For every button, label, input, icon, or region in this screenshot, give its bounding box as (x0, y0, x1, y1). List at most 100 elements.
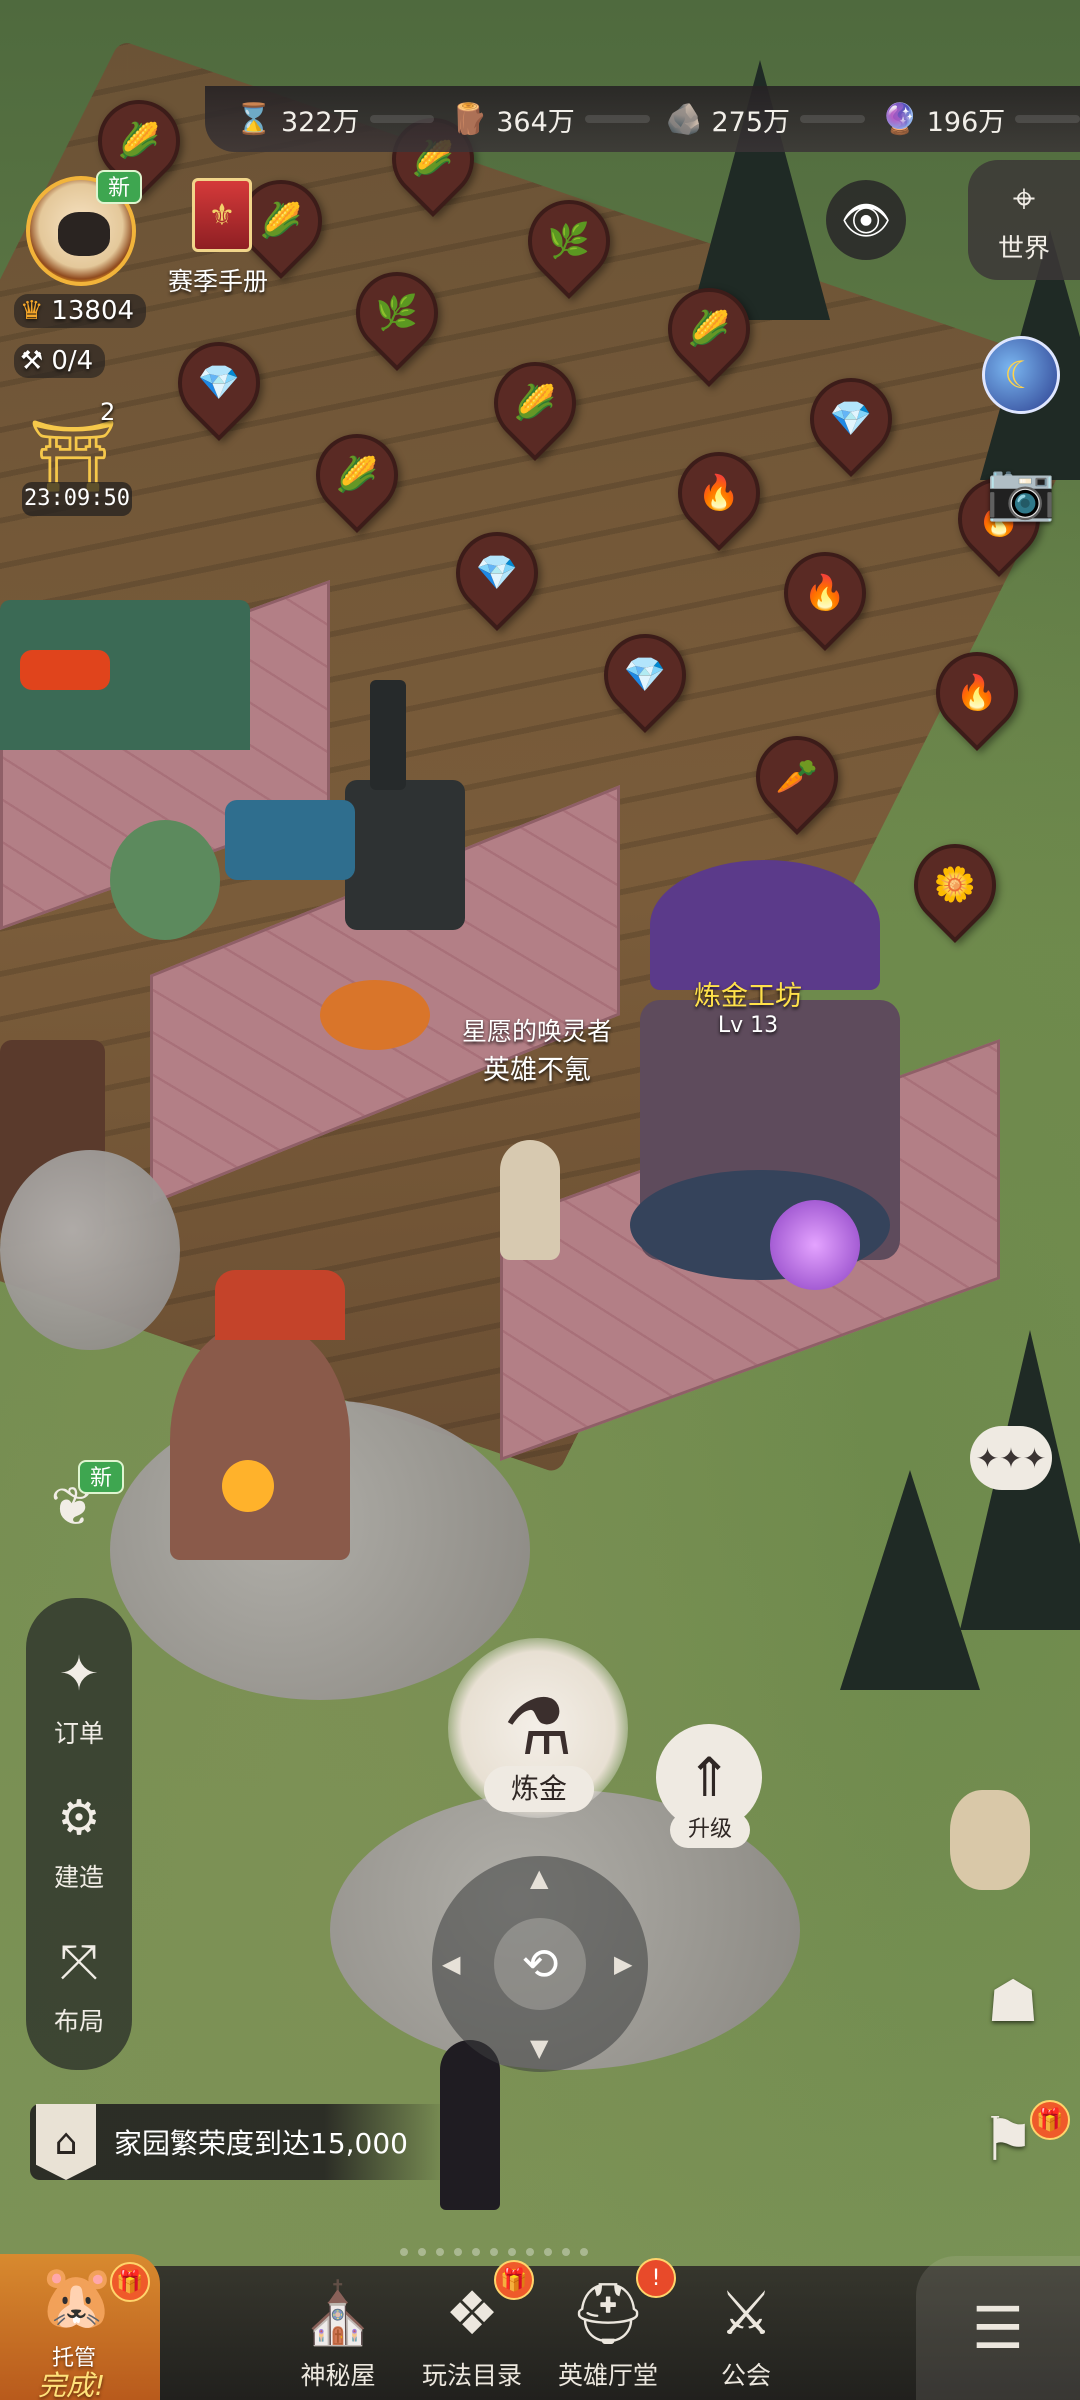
market-stall[interactable] (225, 800, 355, 880)
quest-banner[interactable]: ⌂ 家园繁荣度到达15,000 (30, 2104, 450, 2180)
build-label: 建造 (53, 1863, 104, 1892)
page-dot (508, 2248, 516, 2256)
hammer-pill: ⚒ 0/4 (14, 344, 106, 378)
alchemy-workshop-label: 炼金工坊 Lv 13 (694, 974, 802, 1038)
orders-label: 订单 (53, 1719, 104, 1748)
menu-lines-icon: ☰ (972, 2294, 1024, 2362)
new-badge: 新 (96, 170, 142, 204)
resource-value: 196万 (926, 106, 1006, 138)
pine-tree (840, 1470, 980, 1690)
kiln-building[interactable] (170, 1320, 350, 1560)
season-handbook-label[interactable]: 赛季手册 (168, 262, 268, 298)
plant-pot (110, 820, 220, 940)
resource-bar: ⌛ 322万 🪵 364万 🪨 275万 🔮 196万 (205, 86, 1080, 152)
kiln-roof (215, 1270, 345, 1340)
build-button[interactable]: ⚙ 建造 (26, 1782, 132, 1894)
orders-button[interactable]: ✦ 订单 (26, 1638, 132, 1750)
stove-chimney (370, 680, 406, 790)
arrow-right-icon[interactable]: ▶ (614, 1950, 632, 1978)
resource-value: 364万 (496, 106, 575, 138)
eye-toggle-button[interactable]: 👁 (826, 180, 906, 260)
layout-button[interactable]: ⤧ 布局 (26, 1926, 132, 2038)
arrow-left-icon[interactable]: ◀ (442, 1950, 460, 1978)
alchemy-action-label[interactable]: 炼金 (484, 1766, 594, 1812)
crossed-swords-icon: ⚔ (719, 2279, 773, 2349)
expand-arrows-icon: ⤧ (59, 1933, 99, 1990)
map-pin-icon: ⌖ (1012, 175, 1036, 222)
resource-wood[interactable]: 🪵 364万 (448, 98, 650, 140)
hammer-stat[interactable]: ⚒ 0/4 (14, 344, 106, 378)
nav-mystery-house[interactable]: ⛪ 神秘屋 (278, 2272, 398, 2392)
alchemy-roof (650, 860, 880, 990)
upgrade-arrow-icon: ⇑ (686, 1745, 732, 1809)
avatar-portrait (58, 212, 110, 256)
page-dot (562, 2248, 570, 2256)
page-dot (418, 2248, 426, 2256)
crown-icon: ♛ (20, 296, 44, 326)
hammer-icon: ⚒ (20, 346, 44, 376)
potion-flask-icon: ⚗ (503, 1683, 573, 1773)
potion-flask (770, 1200, 860, 1290)
hooded-figure-icon[interactable]: ☗ (970, 1958, 1056, 2044)
chat-bubble-icon[interactable]: ✦✦✦ (970, 1426, 1052, 1490)
page-dots (400, 2248, 588, 2256)
quest-scroll-icon: ⌂ (36, 2104, 96, 2180)
event-timer: 23:09:50 (22, 482, 132, 516)
page-dot (400, 2248, 408, 2256)
nav-label: 英雄厅堂 (557, 2361, 658, 2390)
alert-icon: ! (636, 2258, 676, 2298)
upgrade-label[interactable]: 升级 (670, 1812, 750, 1848)
new-badge: 新 (78, 1460, 124, 1494)
crystal-orb-icon: 🔮 (881, 101, 919, 137)
arrow-up-icon[interactable]: ▲ (530, 1864, 548, 1892)
stove-building[interactable] (345, 780, 465, 930)
npc-title: 星愿的唤灵者 (462, 1017, 613, 1046)
resource-track (369, 115, 435, 123)
camera-button[interactable]: 📷 (980, 450, 1062, 532)
world-label: 世界 (997, 233, 1050, 264)
resource-track (1015, 115, 1080, 123)
resource-track (584, 115, 650, 123)
building-name: 炼金工坊 (694, 981, 802, 1012)
mystery-house-icon: ⛪ (300, 2279, 376, 2349)
forge-fire (20, 650, 110, 690)
gift-icon: 🎁 (494, 2260, 534, 2300)
nav-guild[interactable]: ⚔ 公会 (686, 2272, 806, 2392)
power-stat: ♛ 13804 (14, 294, 147, 328)
season-book-icon[interactable]: ⚜ (192, 178, 252, 252)
camera-icon: 📷 (986, 459, 1056, 524)
main-menu-button[interactable]: ☰ (916, 2256, 1080, 2400)
cat-character[interactable] (500, 1140, 560, 1260)
shed-stone-base (0, 1150, 180, 1350)
day-night-toggle[interactable]: ☾ (982, 336, 1060, 414)
build-gear-icon: ⚙ (57, 1790, 101, 1846)
arrow-down-icon[interactable]: ▼ (530, 2034, 548, 2062)
rotate-icon[interactable]: ⟲ (494, 1918, 586, 2010)
resource-stone[interactable]: 🪨 275万 (664, 98, 865, 140)
quest-text: 家园繁荣度到达15,000 (114, 2127, 408, 2160)
resource-hourglass[interactable]: ⌛ 322万 (233, 98, 435, 140)
resource-track (800, 115, 865, 123)
stone-ore-icon: 🪨 (665, 101, 704, 137)
resource-crystal[interactable]: 🔮 196万 (879, 98, 1080, 140)
drummer-character[interactable] (950, 1790, 1030, 1890)
page-dot (454, 2248, 462, 2256)
wood-log-icon: 🪵 (450, 101, 488, 137)
layout-label: 布局 (53, 2007, 104, 2036)
building-level: Lv 13 (717, 1013, 779, 1038)
nav-label: 神秘屋 (300, 2361, 376, 2390)
move-building-control[interactable]: ▲ ▼ ◀ ▶ ⟲ (432, 1856, 648, 2072)
eye-icon: 👁 (840, 197, 892, 244)
host-status: 完成! (38, 2369, 106, 2400)
world-button[interactable]: ⌖ 世界 (968, 160, 1080, 280)
power-value: 13804 (51, 296, 135, 326)
resource-value: 275万 (711, 106, 791, 138)
roast-table (320, 980, 430, 1050)
page-dot (526, 2248, 534, 2256)
pet-mascot-icon: 🐹 (38, 2260, 116, 2333)
page-dot (490, 2248, 498, 2256)
page-dot (544, 2248, 552, 2256)
gift-icon: 🎁 (1030, 2100, 1070, 2140)
hourglass-icon: ⌛ (235, 101, 273, 137)
npc-name: 英雄不氪 (483, 1055, 591, 1086)
